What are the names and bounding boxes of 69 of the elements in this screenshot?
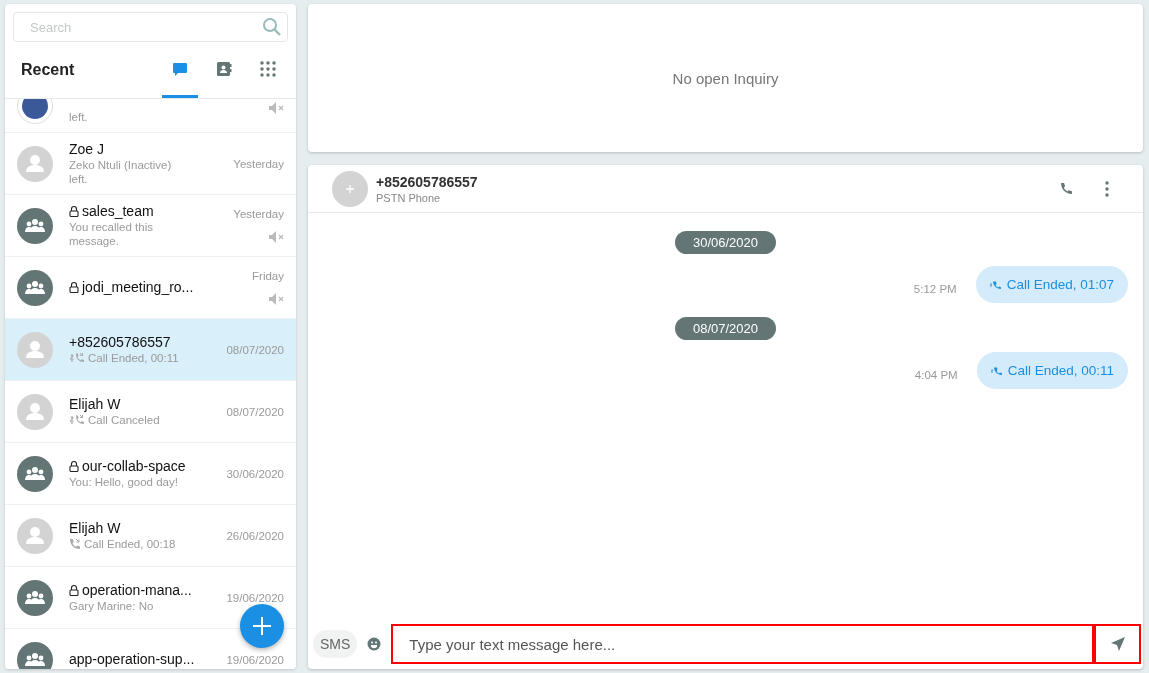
contact-name: +852605786557 (376, 173, 479, 190)
conversation-item[interactable]: operation-mana... Gary Marine: No 19/06/2020 (5, 567, 296, 628)
avatar-icon (17, 331, 53, 368)
search-field[interactable]: Search (13, 12, 288, 42)
group-avatar-icon (17, 269, 53, 306)
message-preview: left. (69, 110, 88, 124)
empty-message: No open Inquiry (672, 69, 779, 87)
conversation-item[interactable]: Elijah W Call Ended, 00:18 26/06/2020 (5, 505, 296, 566)
message-preview: You recalled this message. (69, 220, 154, 248)
contact-type: PSTN Phone (376, 191, 442, 204)
date-label: 08/07/2020 (226, 343, 284, 356)
date-label: 26/06/2020 (226, 529, 284, 542)
date-separator: 30/06/2020 (674, 231, 777, 254)
more-options-icon[interactable] (1105, 180, 1109, 197)
dialpad-icon (260, 60, 276, 77)
message-preview: Zeko Ntuli (Inactive) left. (69, 158, 173, 186)
date-label: 19/06/2020 (226, 653, 284, 666)
call-icon (989, 279, 1002, 290)
date-label: 30/06/2020 (226, 467, 284, 480)
conversation-item[interactable]: app-operation-sup... 19/06/2020 (5, 629, 296, 669)
message-preview: Call Ended, 00:11 (88, 351, 179, 365)
message-preview: Call Ended, 00:18 (84, 537, 176, 551)
conversation-item[interactable]: jodi_meeting_ro... Friday (5, 257, 296, 318)
avatar-icon (17, 393, 53, 430)
plus-icon (345, 183, 355, 194)
date-label: 19/06/2020 (226, 591, 284, 604)
contact-name: jodi_meeting_ro... (82, 279, 194, 295)
call-message-bubble: Call Ended, 00:11 (976, 352, 1128, 389)
conversation-item[interactable]: our-collab-space You: Hello, good day! 30/06/2020 (5, 443, 296, 504)
date-label: Yesterday (233, 207, 284, 220)
group-avatar-icon (17, 455, 53, 492)
call-message-bubble: Call Ended, 01:07 (975, 266, 1128, 303)
conversation-item[interactable]: sales_team You recalled this message. Yesterday (5, 195, 296, 256)
message-preview: Call Canceled (88, 413, 160, 427)
date-separator: 08/07/2020 (674, 317, 777, 340)
contact-name: Elijah W (69, 396, 121, 412)
phone-icon[interactable] (1060, 182, 1073, 195)
emoji-icon[interactable] (367, 637, 382, 651)
sms-toggle[interactable]: SMS (313, 630, 358, 658)
avatar-icon (17, 145, 53, 182)
contact-book-icon (216, 60, 232, 77)
message-time: 5:12 PM (913, 282, 957, 295)
message-preview: You: Hello, good day! (69, 475, 178, 489)
call-icon (990, 365, 1003, 376)
contact-name: Zoe J (69, 141, 104, 157)
contact-name: app-operation-sup... (69, 651, 195, 667)
contact-name: operation-mana... (82, 582, 192, 598)
date-label: Yesterday (233, 157, 284, 170)
list-title: Recent (21, 61, 76, 79)
send-icon (1109, 636, 1126, 652)
group-avatar-icon (17, 207, 53, 244)
send-button[interactable] (1094, 624, 1141, 664)
date-label: Friday (252, 269, 284, 282)
conversation-item[interactable]: Elijah W Call Canceled 08/07/2020 (5, 381, 296, 442)
avatar-icon (17, 517, 53, 554)
conversation-item[interactable]: +852605786557 Call Ended, 00:11 08/07/2020 (5, 319, 296, 380)
contact-name: our-collab-space (82, 458, 186, 474)
conversation-item[interactable]: Zoe J Zeko Ntuli (Inactive) left. Yesterday (5, 133, 296, 194)
message-time: 4:04 PM (914, 368, 958, 381)
plus-icon (252, 616, 272, 636)
contact-name: Elijah W (69, 520, 121, 536)
contact-name: sales_team (82, 203, 154, 219)
contact-name: +852605786557 (69, 334, 171, 350)
chat-bubble-icon (172, 60, 188, 77)
message-preview: Gary Marine: No (69, 599, 154, 613)
group-avatar-icon (17, 641, 53, 669)
message-input[interactable]: Type your text message here... (391, 624, 1094, 664)
group-avatar-icon (17, 579, 53, 616)
date-label: 08/07/2020 (226, 405, 284, 418)
